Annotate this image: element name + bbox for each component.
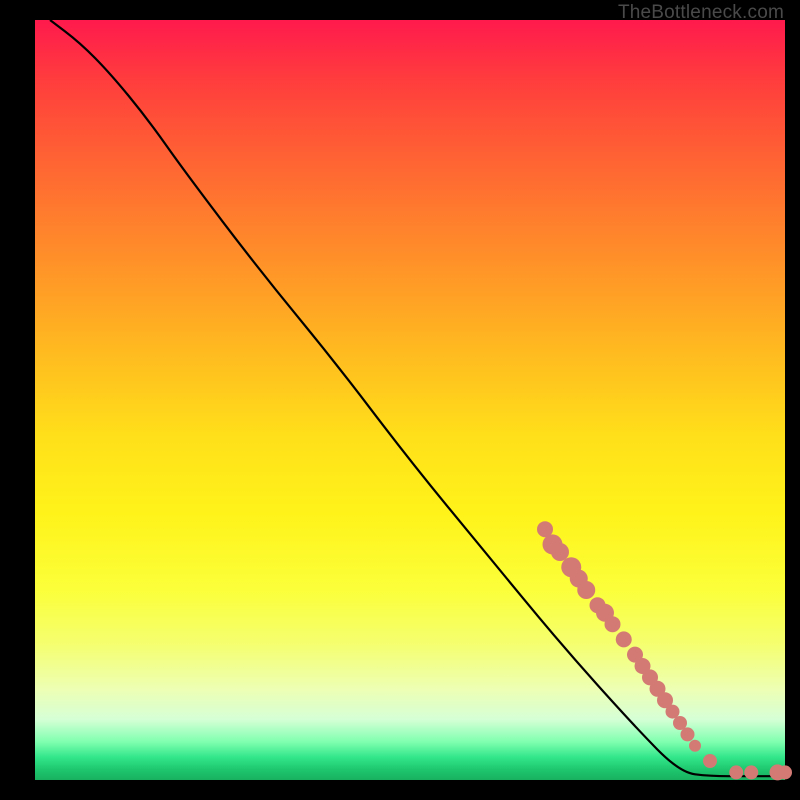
data-marker	[605, 616, 621, 632]
data-marker	[729, 765, 743, 779]
data-marker	[616, 631, 632, 647]
data-marker	[666, 705, 680, 719]
bottleneck-curve	[50, 20, 785, 776]
chart-frame: TheBottleneck.com	[0, 0, 800, 800]
plot-area	[35, 20, 785, 780]
data-markers	[537, 521, 792, 780]
data-marker	[689, 740, 701, 752]
data-marker	[744, 765, 758, 779]
data-marker	[577, 581, 595, 599]
data-marker	[673, 716, 687, 730]
data-marker	[703, 754, 717, 768]
data-marker	[778, 765, 792, 779]
attribution-label: TheBottleneck.com	[618, 2, 784, 24]
curve-layer	[35, 20, 785, 780]
data-marker	[681, 727, 695, 741]
data-marker	[551, 543, 569, 561]
